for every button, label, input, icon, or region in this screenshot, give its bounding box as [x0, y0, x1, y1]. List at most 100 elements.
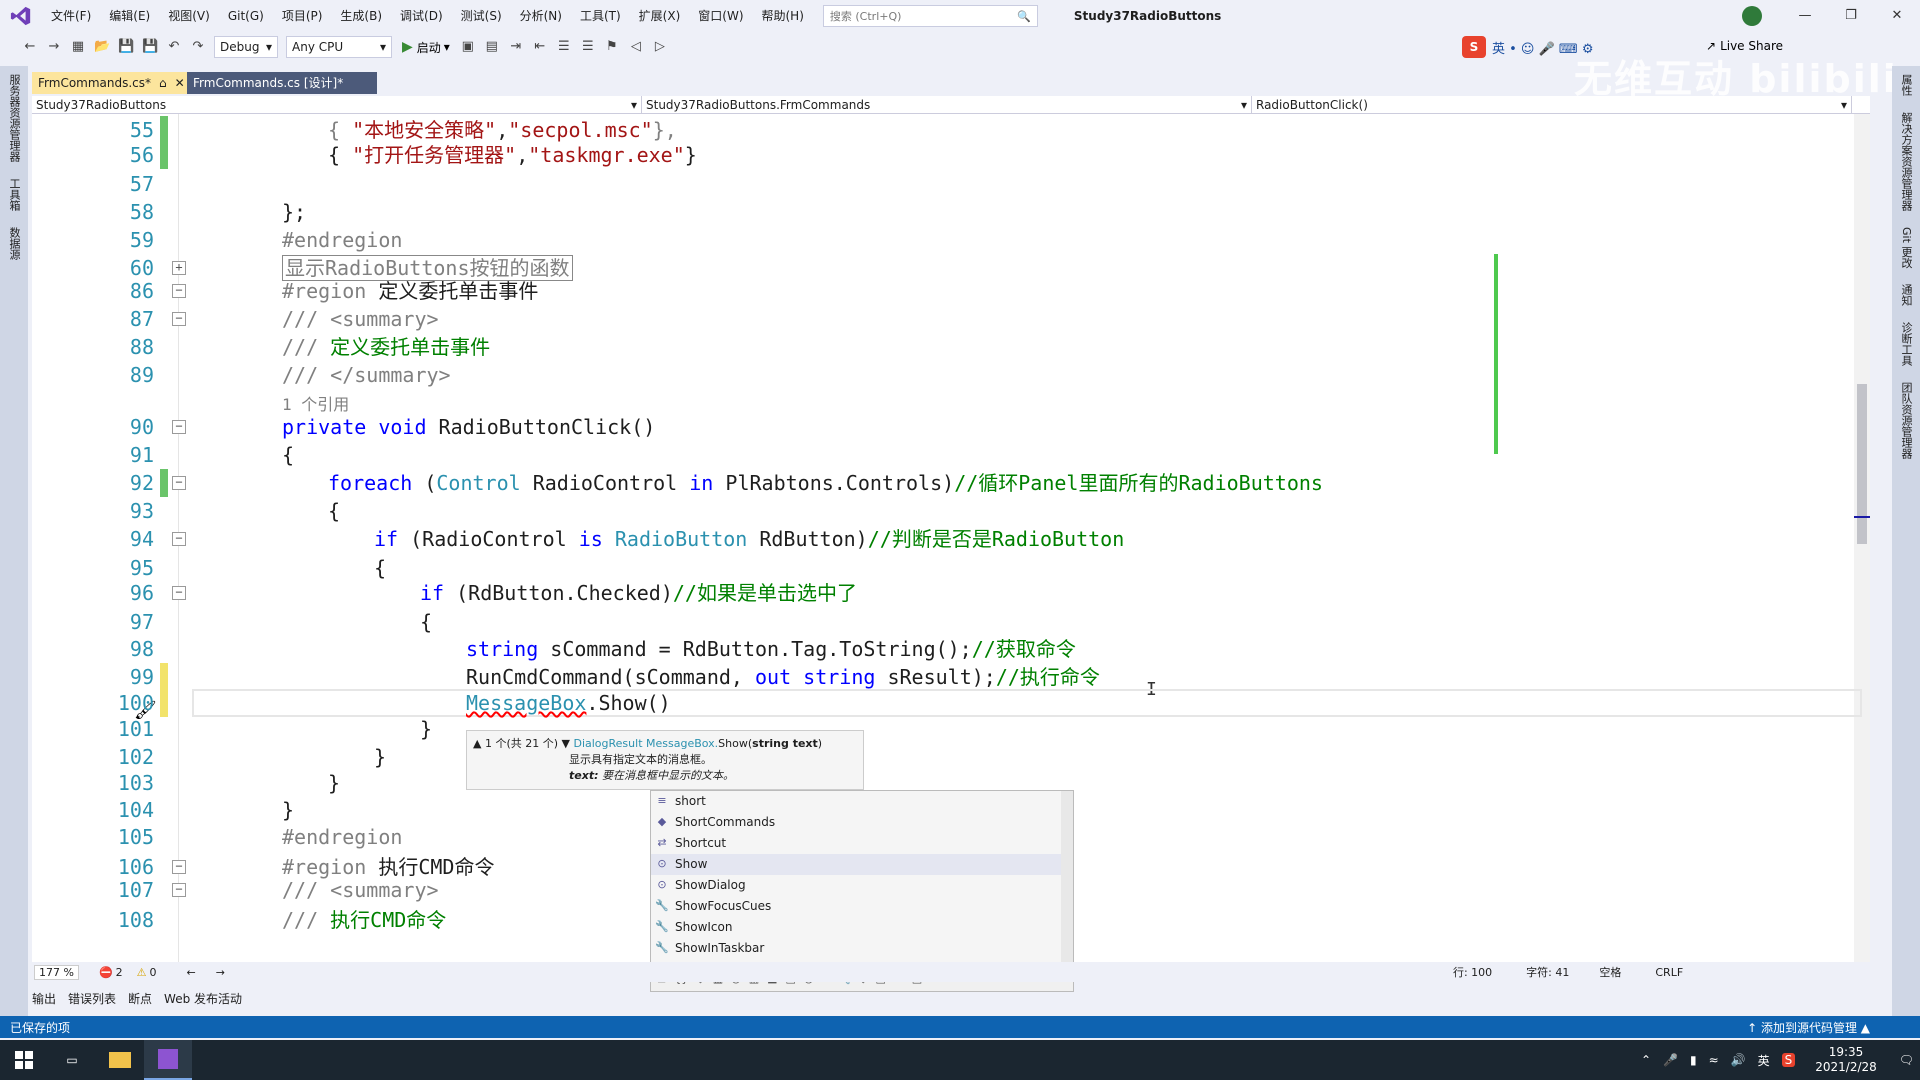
- code-line[interactable]: 100 MessageBox.Show(): [32, 689, 1870, 717]
- menu-item[interactable]: 窗口(W): [689, 0, 752, 32]
- code-line[interactable]: 99 RunCmdCommand(sCommand, out string sRe…: [32, 663, 1870, 691]
- code-line[interactable]: 97 {: [32, 608, 1870, 636]
- right-rail-tab[interactable]: 诊断工具: [1898, 314, 1914, 374]
- tool-window-tab[interactable]: 错误列表: [68, 990, 116, 1010]
- left-rail-tab[interactable]: 工具箱: [6, 170, 22, 219]
- completion-item[interactable]: 🔧 ShowInTaskbar: [651, 938, 1073, 959]
- ime-sogou-icon[interactable]: S: [1781, 1053, 1796, 1067]
- nav-back-icon[interactable]: ←: [187, 966, 196, 979]
- windows-start-icon[interactable]: [0, 1040, 48, 1080]
- start-button[interactable]: ▶ 启动 ▾: [402, 39, 450, 56]
- code-line[interactable]: 98 string sCommand = RdButton.Tag.ToStrin…: [32, 635, 1870, 663]
- save-all-icon[interactable]: 💾: [142, 39, 158, 55]
- code-line[interactable]: 93 {: [32, 497, 1870, 525]
- left-rail-tab[interactable]: 数据源: [6, 219, 22, 268]
- completion-item[interactable]: ⇄ Shortcut: [651, 833, 1073, 854]
- code-line[interactable]: 56 { "打开任务管理器","taskmgr.exe"}: [32, 141, 1870, 169]
- code-line[interactable]: 101}: [32, 715, 1870, 743]
- right-rail-tab[interactable]: 属性: [1898, 66, 1914, 104]
- tray-chevron-icon[interactable]: ⌃: [1641, 1053, 1651, 1067]
- code-line[interactable]: 102}: [32, 743, 1870, 771]
- code-line[interactable]: 91 {: [32, 441, 1870, 469]
- menu-item[interactable]: 视图(V): [159, 0, 219, 32]
- clock[interactable]: 19:35 2021/2/28: [1815, 1045, 1877, 1075]
- close-tab-icon[interactable]: ✕: [175, 72, 185, 94]
- menu-item[interactable]: 分析(N): [511, 0, 571, 32]
- error-count[interactable]: 2: [116, 966, 123, 979]
- notification-icon[interactable]: 🗨: [1899, 1053, 1914, 1067]
- class-dropdown[interactable]: Study37RadioButtons.FrmCommands ▾: [642, 96, 1252, 114]
- collapse-outline-icon[interactable]: −: [172, 420, 186, 434]
- code-line[interactable]: 86 − #region 定义委托单击事件: [32, 277, 1870, 305]
- menu-item[interactable]: 项目(P): [273, 0, 332, 32]
- tab-frmcommands-code[interactable]: FrmCommands.cs* ⌂ ✕: [32, 72, 187, 94]
- minimize-icon[interactable]: —: [1782, 0, 1828, 32]
- completion-item[interactable]: 🔧 ShowFocusCues: [651, 896, 1073, 917]
- outdent-icon[interactable]: ⇤: [532, 39, 548, 55]
- restore-icon[interactable]: ❐: [1828, 0, 1874, 32]
- code-line[interactable]: 95 {: [32, 554, 1870, 582]
- search-input[interactable]: 搜索 (Ctrl+Q) 🔍: [822, 5, 1038, 27]
- menu-item[interactable]: 测试(S): [452, 0, 511, 32]
- code-line[interactable]: 87 − /// <summary>: [32, 305, 1870, 333]
- redo-icon[interactable]: ↷: [190, 39, 206, 55]
- completion-item[interactable]: ⊙ Show: [651, 854, 1073, 875]
- prev-bookmark-icon[interactable]: ◁: [628, 39, 644, 55]
- menu-item[interactable]: 文件(F): [42, 0, 100, 32]
- code-line[interactable]: 89 /// </summary>: [32, 361, 1870, 389]
- completion-scrollbar[interactable]: [1061, 791, 1073, 963]
- forward-icon[interactable]: →: [46, 39, 62, 55]
- format-icon[interactable]: ▤: [484, 39, 500, 55]
- battery-icon[interactable]: ▮: [1690, 1053, 1697, 1067]
- menu-item[interactable]: 编辑(E): [100, 0, 159, 32]
- nav-forward-icon[interactable]: →: [216, 966, 225, 979]
- menu-item[interactable]: 生成(B): [331, 0, 391, 32]
- code-line[interactable]: 59 #endregion: [32, 226, 1870, 254]
- ime-logo-icon[interactable]: S: [1462, 36, 1486, 58]
- save-icon[interactable]: 💾: [118, 39, 134, 55]
- account-avatar[interactable]: [1742, 6, 1762, 26]
- close-icon[interactable]: ✕: [1874, 0, 1920, 32]
- code-line[interactable]: 55 { "本地安全策略","secpol.msc"},: [32, 116, 1870, 144]
- microphone-icon[interactable]: 🎤: [1663, 1053, 1678, 1067]
- collapse-outline-icon[interactable]: −: [172, 476, 186, 490]
- new-project-icon[interactable]: ▦: [70, 39, 86, 55]
- add-to-source-control-button[interactable]: ↑ 添加到源代码管理 ▲: [1747, 1019, 1870, 1036]
- expand-outline-icon[interactable]: +: [172, 261, 186, 275]
- code-line[interactable]: 90 − private void RadioButtonClick(): [32, 413, 1870, 441]
- menu-item[interactable]: 帮助(H): [753, 0, 813, 32]
- bookmark-icon[interactable]: ⚑: [604, 39, 620, 55]
- platform-select[interactable]: Any CPU ▾: [286, 36, 392, 58]
- overload-counter[interactable]: ▲ 1 个(共 21 个) ▼: [473, 737, 570, 750]
- warning-count[interactable]: 0: [150, 966, 157, 979]
- zoom-select[interactable]: 177 %: [34, 964, 79, 980]
- code-line[interactable]: 88 /// 定义委托单击事件: [32, 333, 1870, 361]
- collapse-outline-icon[interactable]: −: [172, 586, 186, 600]
- file-explorer-icon[interactable]: [96, 1040, 144, 1080]
- completion-item[interactable]: ◆ ShortCommands: [651, 812, 1073, 833]
- network-icon[interactable]: ≈: [1709, 1053, 1719, 1067]
- collapse-outline-icon[interactable]: −: [172, 860, 186, 874]
- menu-item[interactable]: 调试(D): [391, 0, 452, 32]
- code-line[interactable]: 58};: [32, 198, 1870, 226]
- tool-window-tab[interactable]: 输出: [32, 990, 56, 1010]
- right-rail-tab[interactable]: Git 更改: [1898, 219, 1914, 276]
- next-bookmark-icon[interactable]: ▷: [652, 39, 668, 55]
- pin-icon[interactable]: ⌂: [159, 72, 167, 94]
- project-dropdown[interactable]: Study37RadioButtons ▾: [32, 96, 642, 114]
- back-icon[interactable]: ←: [22, 39, 38, 55]
- comment-icon[interactable]: ☰: [556, 39, 572, 55]
- member-dropdown[interactable]: RadioButtonClick() ▾: [1252, 96, 1852, 114]
- tool-window-tab[interactable]: Web 发布活动: [164, 990, 242, 1010]
- collapse-outline-icon[interactable]: −: [172, 312, 186, 326]
- code-line[interactable]: 92 − foreach (Control RadioControl in PlRa…: [32, 469, 1870, 497]
- menu-item[interactable]: 扩展(X): [630, 0, 690, 32]
- undo-icon[interactable]: ↶: [166, 39, 182, 55]
- completion-item[interactable]: ≡ short: [651, 791, 1073, 812]
- completion-item[interactable]: 🔧 ShowIcon: [651, 917, 1073, 938]
- tool-window-tab[interactable]: 断点: [128, 990, 152, 1010]
- menu-item[interactable]: 工具(T): [571, 0, 630, 32]
- open-icon[interactable]: 📂: [94, 39, 110, 55]
- collapse-outline-icon[interactable]: −: [172, 532, 186, 546]
- configuration-select[interactable]: Debug ▾: [214, 36, 278, 58]
